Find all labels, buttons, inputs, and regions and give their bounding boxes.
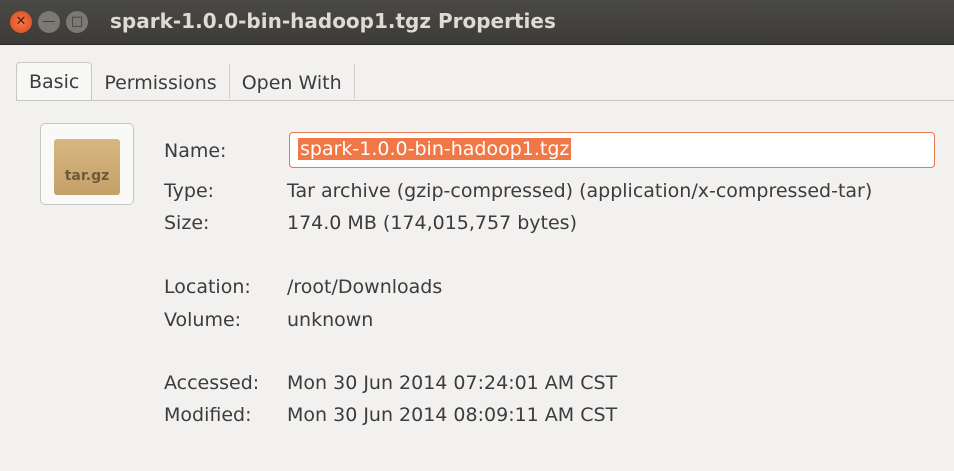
tab-divider xyxy=(16,100,954,101)
close-button[interactable]: ✕ xyxy=(10,11,32,33)
window-title: spark-1.0.0-bin-hadoop1.tgz Properties xyxy=(110,9,556,33)
title-bar: ✕ — □ spark-1.0.0-bin-hadoop1.tgz Proper… xyxy=(0,0,954,45)
size-value: 174.0 MB (174,015,757 bytes) xyxy=(287,212,577,234)
name-input-value: spark-1.0.0-bin-hadoop1.tgz xyxy=(298,138,572,160)
name-input[interactable]: spark-1.0.0-bin-hadoop1.tgz xyxy=(289,132,935,168)
tab-open-with[interactable]: Open With xyxy=(230,64,355,99)
tab-permissions[interactable]: Permissions xyxy=(92,64,230,99)
modified-label: Modified: xyxy=(164,404,252,426)
minimize-button[interactable]: — xyxy=(38,11,60,33)
archive-icon-label: tar.gz xyxy=(64,168,110,184)
accessed-label: Accessed: xyxy=(164,372,260,394)
archive-icon: tar.gz xyxy=(54,139,120,195)
accessed-value: Mon 30 Jun 2014 07:24:01 AM CST xyxy=(287,372,618,394)
location-label: Location: xyxy=(164,276,251,298)
tab-basic[interactable]: Basic xyxy=(16,62,93,100)
modified-value: Mon 30 Jun 2014 08:09:11 AM CST xyxy=(287,404,618,426)
tab-bar: Basic Permissions Open With xyxy=(16,62,355,100)
volume-label: Volume: xyxy=(164,309,242,331)
volume-value: unknown xyxy=(287,309,374,331)
file-icon-button[interactable]: tar.gz xyxy=(40,123,134,205)
size-label: Size: xyxy=(164,212,210,234)
type-value: Tar archive (gzip-compressed) (applicati… xyxy=(287,180,873,202)
maximize-button[interactable]: □ xyxy=(66,11,88,33)
name-label: Name: xyxy=(164,140,227,162)
type-label: Type: xyxy=(164,180,215,202)
location-value: /root/Downloads xyxy=(287,276,443,298)
